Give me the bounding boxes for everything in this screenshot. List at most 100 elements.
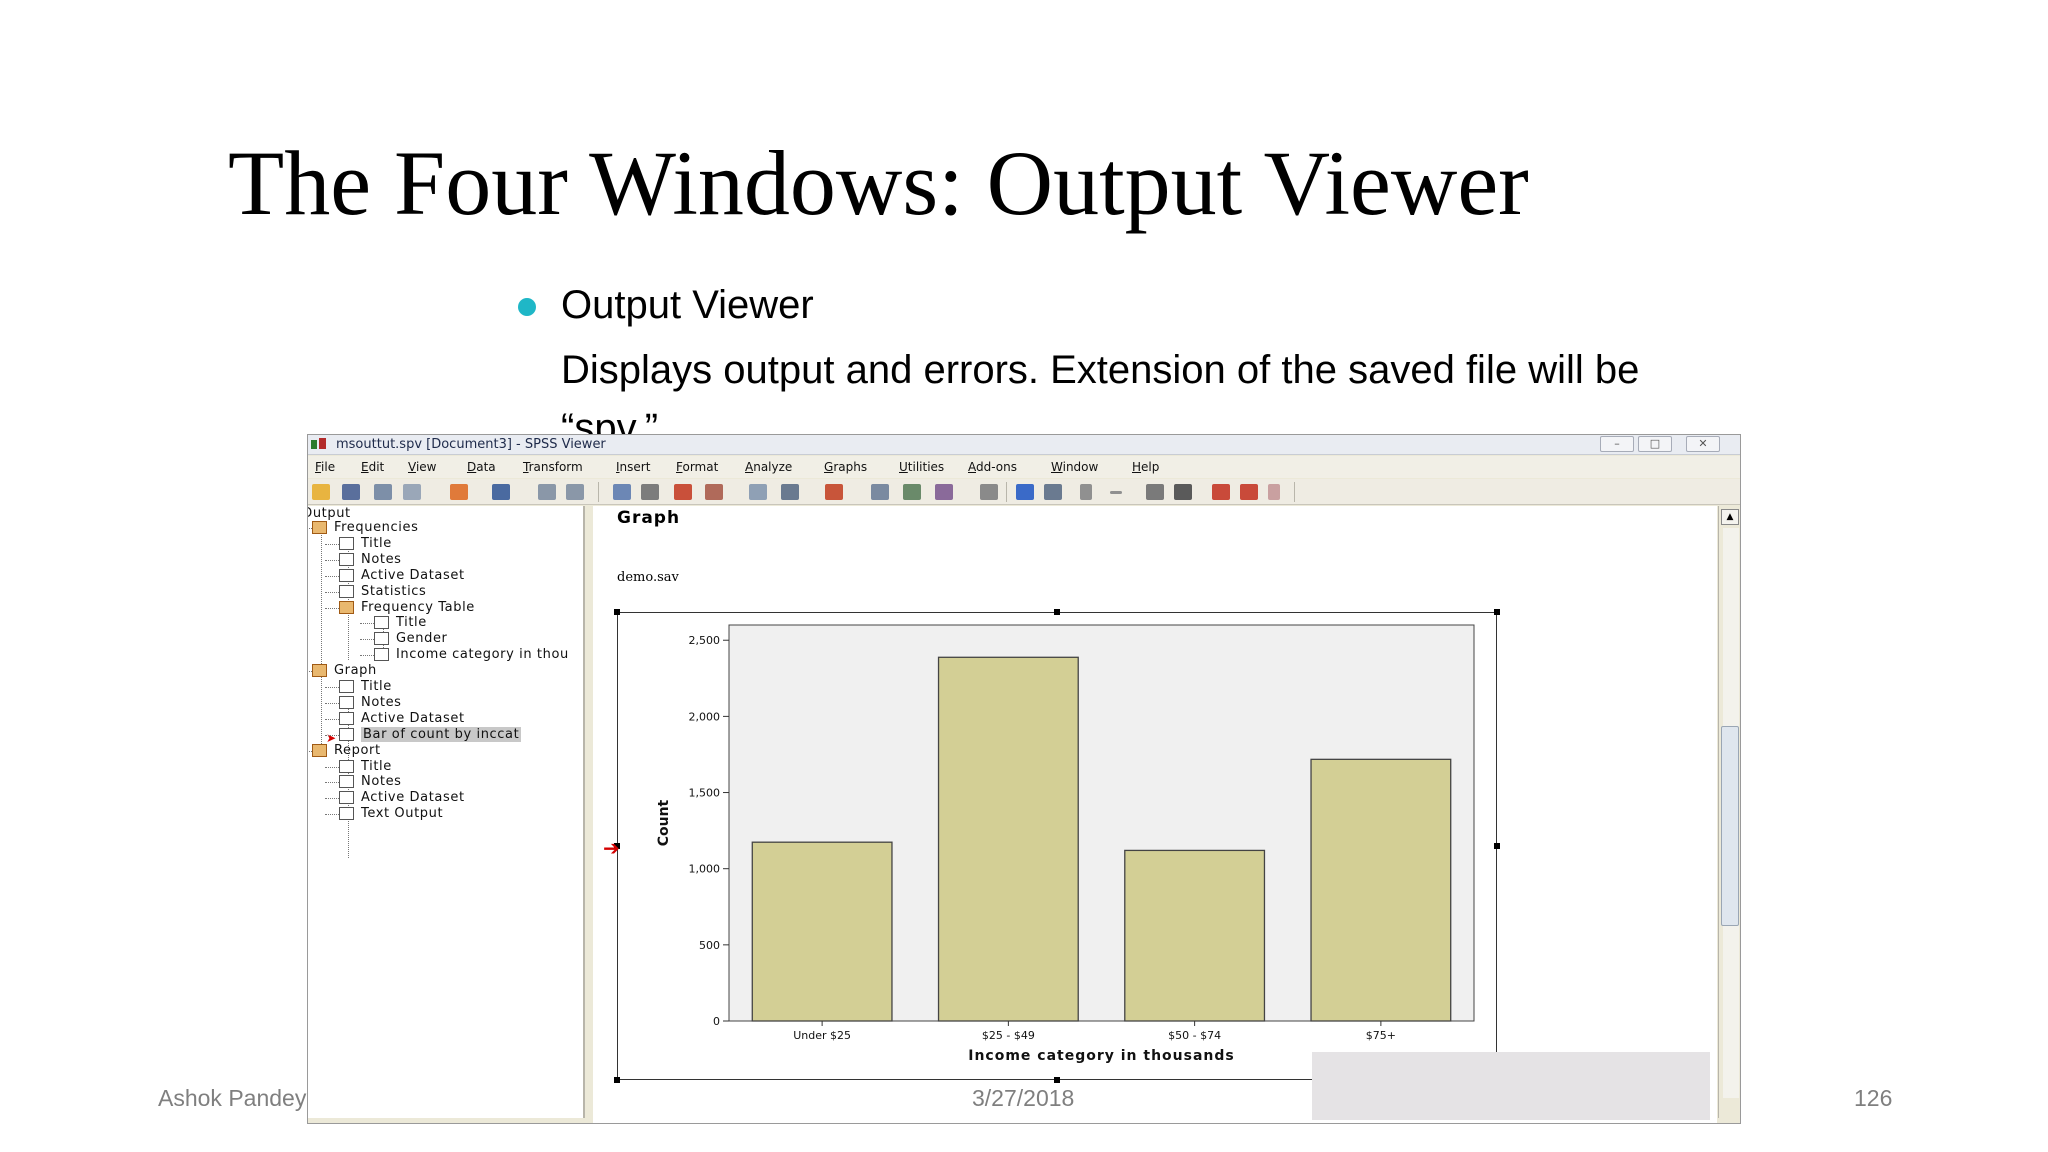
insert-output-icon[interactable] <box>1212 484 1230 500</box>
book-icon <box>339 600 354 614</box>
menu-help[interactable]: Help <box>1132 460 1159 474</box>
outline-item[interactable]: Income category in thou <box>396 647 569 662</box>
maximize-button[interactable]: □ <box>1638 436 1672 452</box>
resize-handle[interactable] <box>1494 843 1500 849</box>
overlay-box <box>1312 1052 1710 1120</box>
tree-line <box>360 655 374 657</box>
menu-view[interactable]: View <box>408 460 436 474</box>
outline-item[interactable]: Title <box>361 759 392 774</box>
outline-root-output[interactable]: Output <box>308 506 351 521</box>
outline-item[interactable]: Frequency Table <box>361 600 475 615</box>
insert-text-icon[interactable] <box>935 484 953 500</box>
title-icon <box>339 680 354 693</box>
spell-check-icon[interactable] <box>825 484 843 500</box>
variables-icon[interactable] <box>705 484 723 500</box>
outline-item[interactable]: Notes <box>361 552 402 567</box>
bullet-dot <box>518 298 536 316</box>
menu-graphs[interactable]: Graphs <box>824 460 867 474</box>
resize-handle[interactable] <box>1054 609 1060 615</box>
menu-add-ons[interactable]: Add-ons <box>968 460 1017 474</box>
outline-item[interactable]: Title <box>361 536 392 551</box>
x-tick-label: $25 - $49 <box>982 1029 1035 1042</box>
outline-item[interactable]: Text Output <box>361 806 443 821</box>
outline-item[interactable]: Active Dataset <box>361 568 465 583</box>
outline-item[interactable]: Statistics <box>361 584 426 599</box>
close-button[interactable]: ✕ <box>1686 436 1720 452</box>
menu-transform[interactable]: Transform <box>523 460 583 474</box>
back-icon[interactable] <box>1016 484 1034 500</box>
demote-icon[interactable] <box>1268 484 1280 500</box>
log-icon <box>339 711 354 725</box>
tree-line <box>308 528 312 529</box>
outline-item[interactable]: Active Dataset <box>361 790 465 805</box>
outline-item[interactable]: Gender <box>396 631 448 646</box>
menu-file[interactable]: File <box>315 460 335 474</box>
toolbar-separator <box>1294 482 1295 502</box>
output-content-pane[interactable]: Graph demo.sav 0 500 1,000 1,500 2,000 2,500 U… <box>593 506 1717 1123</box>
undo-icon[interactable] <box>538 484 556 500</box>
use-sets-icon[interactable] <box>749 484 767 500</box>
outline-item[interactable]: Active Dataset <box>361 711 465 726</box>
outline-item[interactable]: Frequencies <box>334 520 418 535</box>
y-tick-label: 500 <box>699 939 720 952</box>
open-icon[interactable] <box>312 484 330 500</box>
footer-author: Ashok Pandey <box>158 1085 307 1111</box>
resize-handle[interactable] <box>1494 609 1500 615</box>
show-icon[interactable] <box>1146 484 1164 500</box>
designate-window-icon[interactable] <box>980 484 998 500</box>
window-title: msouttut.spv [Document3] - SPSS Viewer <box>336 437 606 452</box>
bar <box>1310 758 1452 1022</box>
resize-handle[interactable] <box>614 609 620 615</box>
content-vertical-scrollbar[interactable]: ▲ <box>1718 506 1740 1118</box>
menu-edit[interactable]: Edit <box>361 460 384 474</box>
recall-dialog-icon[interactable] <box>492 484 510 500</box>
slide-title: The Four Windows: Output Viewer <box>228 132 1529 234</box>
tree-line <box>325 782 339 784</box>
resize-handle[interactable] <box>614 1077 620 1083</box>
goto-case-icon[interactable] <box>641 484 659 500</box>
goto-data-icon[interactable] <box>613 484 631 500</box>
menu-window[interactable]: Window <box>1051 460 1098 474</box>
tree-line <box>325 766 339 768</box>
print-icon[interactable] <box>374 484 392 500</box>
menu-data[interactable]: Data <box>467 460 496 474</box>
goto-variable-icon[interactable] <box>674 484 692 500</box>
insert-heading-icon[interactable] <box>871 484 889 500</box>
outline-item[interactable]: Graph <box>334 663 377 678</box>
chart-object[interactable]: 0 500 1,000 1,500 2,000 2,500 Under $25 $25 - $… <box>617 612 1497 1080</box>
menu-format[interactable]: Format <box>676 460 718 474</box>
save-icon[interactable] <box>342 484 360 500</box>
menu-analyze[interactable]: Analyze <box>745 460 792 474</box>
scroll-up-arrow-icon[interactable]: ▲ <box>1721 509 1739 525</box>
outline-item[interactable]: Title <box>396 615 427 630</box>
tree-line <box>325 734 339 736</box>
hide-icon[interactable] <box>1174 484 1192 500</box>
outline-item[interactable]: Notes <box>361 695 402 710</box>
menu-utilities[interactable]: Utilities <box>899 460 944 474</box>
title-bar[interactable]: msouttut.spv [Document3] - SPSS Viewer –… <box>308 435 1740 455</box>
forward-icon[interactable] <box>1044 484 1062 500</box>
menu-insert[interactable]: Insert <box>616 460 650 474</box>
redo-icon[interactable] <box>566 484 584 500</box>
promote-icon[interactable] <box>1240 484 1258 500</box>
outline-pane[interactable]: Output ➤ FrequenciesTitleNotesActive Dat… <box>308 506 585 1118</box>
outline-item[interactable]: Title <box>361 679 392 694</box>
footer-date: 3/27/2018 <box>972 1085 1075 1111</box>
collapse-icon[interactable] <box>1110 491 1122 494</box>
expand-icon[interactable] <box>1080 484 1092 500</box>
minimize-button[interactable]: – <box>1600 436 1634 452</box>
tree-line <box>325 687 339 688</box>
outline-item[interactable]: Bar of count by inccat <box>361 726 522 742</box>
outline-item[interactable]: Notes <box>361 774 402 789</box>
toolbar-separator <box>598 482 599 502</box>
y-tick-label: 2,000 <box>689 710 721 723</box>
show-all-variables-icon[interactable] <box>781 484 799 500</box>
scroll-thumb[interactable] <box>1721 726 1739 926</box>
title-icon <box>339 536 354 550</box>
resize-handle[interactable] <box>1054 1077 1060 1083</box>
export-icon[interactable] <box>450 484 468 500</box>
outline-item[interactable]: Report <box>334 743 381 758</box>
bar <box>937 656 1079 1022</box>
print-preview-icon[interactable] <box>403 484 421 500</box>
insert-title-icon[interactable] <box>903 484 921 500</box>
